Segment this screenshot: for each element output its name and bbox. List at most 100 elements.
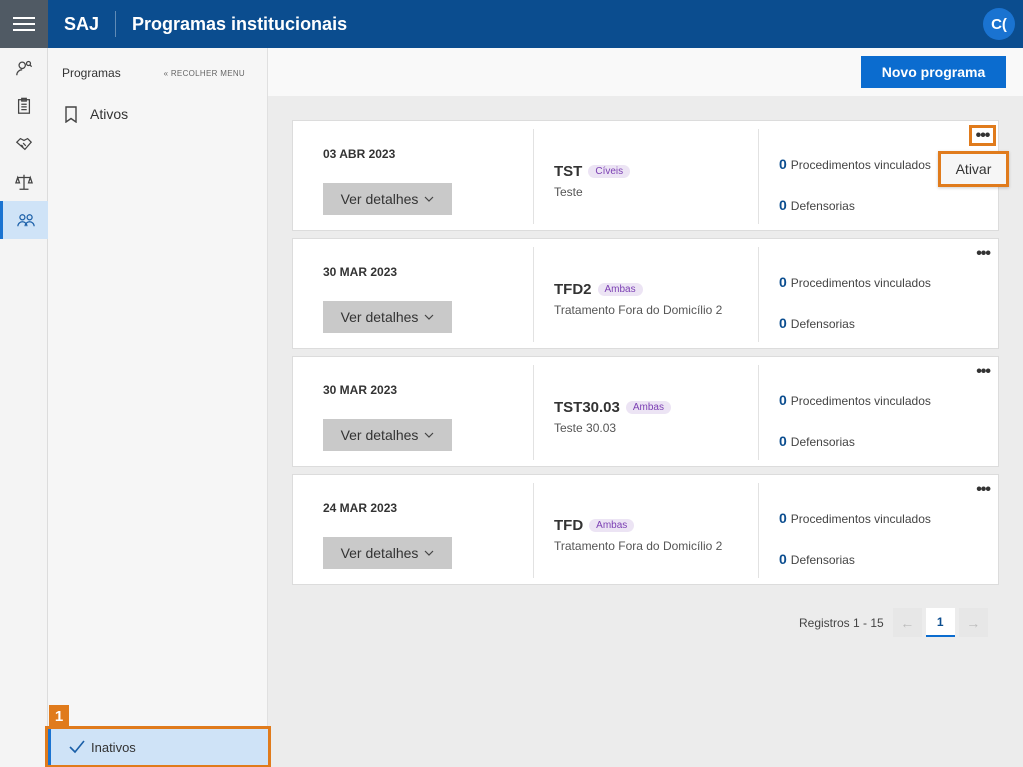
- program-description: Tratamento Fora do Domicílio 2: [554, 303, 723, 317]
- procedures-count: 0: [779, 392, 787, 408]
- check-icon: [69, 740, 85, 754]
- program-date: 30 MAR 2023: [323, 383, 398, 397]
- procedures-count: 0: [779, 274, 787, 290]
- program-tag: Ambas: [589, 519, 635, 532]
- defensorias-count: 0: [779, 433, 787, 449]
- program-card: 24 MAR 2023 Ver detalhes TFD Ambas Trata…: [292, 474, 999, 585]
- sidebar-item-inativos[interactable]: Inativos: [45, 726, 271, 767]
- view-details-label: Ver detalhes: [340, 309, 419, 325]
- view-details-button[interactable]: Ver detalhes: [323, 419, 452, 451]
- defensorias-stat: 0 Defensorias: [779, 315, 855, 331]
- procedures-stat: 0 Procedimentos vinculados: [779, 156, 931, 172]
- person-search-icon: [16, 60, 33, 76]
- defensorias-label: Defensorias: [790, 435, 855, 449]
- divider: [758, 129, 759, 224]
- defensorias-label: Defensorias: [790, 199, 855, 213]
- sidebar-item-label: Ativos: [90, 106, 129, 122]
- defensorias-stat: 0 Defensorias: [779, 551, 855, 567]
- program-name: TFD: [554, 517, 584, 534]
- divider: [758, 365, 759, 460]
- collapse-menu-button[interactable]: « RECOLHER MENU: [164, 69, 245, 78]
- page-button-1[interactable]: 1: [925, 608, 955, 637]
- procedures-stat: 0 Procedimentos vinculados: [779, 510, 931, 526]
- brand-logo[interactable]: SAJ: [48, 11, 117, 37]
- procedures-count: 0: [779, 156, 787, 172]
- view-details-label: Ver detalhes: [340, 191, 419, 207]
- bookmark-icon: [65, 105, 77, 123]
- sidebar: Programas « RECOLHER MENU Ativos Inativo…: [45, 48, 271, 767]
- user-avatar[interactable]: C(: [983, 8, 1015, 40]
- rail-people-group[interactable]: [0, 201, 48, 239]
- defensorias-count: 0: [779, 551, 787, 567]
- divider: [533, 483, 534, 578]
- program-description: Teste: [554, 185, 583, 199]
- rail-handshake[interactable]: [0, 125, 48, 163]
- program-title: TST30.03 Ambas: [554, 399, 671, 416]
- program-title: TST Cíveis: [554, 163, 631, 180]
- program-tag: Ambas: [597, 283, 643, 296]
- more-options-icon[interactable]: •••: [976, 482, 991, 498]
- chevron-down-icon: [424, 550, 434, 556]
- rail-clipboard[interactable]: [0, 87, 48, 125]
- program-name: TST: [554, 163, 583, 180]
- defensorias-label: Defensorias: [790, 553, 855, 567]
- scales-icon: [15, 174, 33, 190]
- activate-menu-item[interactable]: Ativar: [938, 151, 1009, 187]
- prev-page-icon[interactable]: ←: [892, 608, 922, 637]
- rail-scales[interactable]: [0, 163, 48, 201]
- program-description: Tratamento Fora do Domicílio 2: [554, 539, 723, 553]
- program-name: TFD2: [554, 281, 592, 298]
- procedures-label: Procedimentos vinculados: [790, 158, 931, 172]
- program-name: TST30.03: [554, 399, 620, 416]
- program-card: 03 ABR 2023 Ver detalhes TST Cíveis Test…: [292, 120, 999, 231]
- view-details-button[interactable]: Ver detalhes: [323, 537, 452, 569]
- divider: [533, 247, 534, 342]
- chevron-down-icon: [424, 432, 434, 438]
- rail-person-search[interactable]: [0, 49, 48, 87]
- defensorias-count: 0: [779, 315, 787, 331]
- chevron-down-icon: [424, 196, 434, 202]
- sidebar-item-label: Inativos: [91, 739, 136, 755]
- more-options-icon[interactable]: •••: [976, 364, 991, 380]
- procedures-stat: 0 Procedimentos vinculados: [779, 392, 931, 408]
- defensorias-stat: 0 Defensorias: [779, 197, 855, 213]
- program-tag: Ambas: [625, 401, 671, 414]
- app-header: SAJ Programas institucionais C(: [0, 0, 1023, 48]
- view-details-button[interactable]: Ver detalhes: [323, 183, 452, 215]
- program-title: TFD Ambas: [554, 517, 635, 534]
- program-description: Teste 30.03: [554, 421, 617, 435]
- program-date: 24 MAR 2023: [323, 501, 398, 515]
- page-title: Programas institucionais: [132, 13, 348, 34]
- view-details-label: Ver detalhes: [340, 427, 419, 443]
- handshake-icon: [15, 137, 33, 151]
- program-date: 30 MAR 2023: [323, 265, 398, 279]
- hamburger-menu-icon[interactable]: [0, 0, 48, 48]
- collapse-menu-label: RECOLHER MENU: [170, 68, 245, 78]
- program-date: 03 ABR 2023: [323, 147, 396, 161]
- program-card: 30 MAR 2023 Ver detalhes TFD2 Ambas Trat…: [292, 238, 999, 349]
- defensorias-count: 0: [779, 197, 787, 213]
- more-options-icon[interactable]: •••: [976, 246, 991, 262]
- records-count: Registros 1 - 15: [799, 615, 884, 630]
- people-group-icon: [16, 214, 35, 227]
- pagination: Registros 1 - 15 ← 1 →: [799, 608, 992, 637]
- action-toolbar: Novo programa: [268, 48, 1023, 96]
- divider: [533, 129, 534, 224]
- callout-badge-1: 1: [49, 705, 69, 727]
- program-title: TFD2 Ambas: [554, 281, 643, 298]
- procedures-label: Procedimentos vinculados: [790, 512, 931, 526]
- next-page-icon[interactable]: →: [958, 608, 988, 637]
- new-program-button[interactable]: Novo programa: [861, 56, 1006, 88]
- more-options-icon[interactable]: •••: [969, 125, 996, 146]
- program-tag: Cíveis: [588, 165, 631, 178]
- sidebar-item-ativos[interactable]: Ativos: [48, 102, 267, 126]
- divider: [758, 247, 759, 342]
- view-details-button[interactable]: Ver detalhes: [323, 301, 452, 333]
- program-card: 30 MAR 2023 Ver detalhes TST30.03 Ambas …: [292, 356, 999, 467]
- procedures-label: Procedimentos vinculados: [790, 276, 931, 290]
- icon-rail: [0, 48, 48, 767]
- chevron-down-icon: [424, 314, 434, 320]
- defensorias-stat: 0 Defensorias: [779, 433, 855, 449]
- divider: [758, 483, 759, 578]
- divider: [533, 365, 534, 460]
